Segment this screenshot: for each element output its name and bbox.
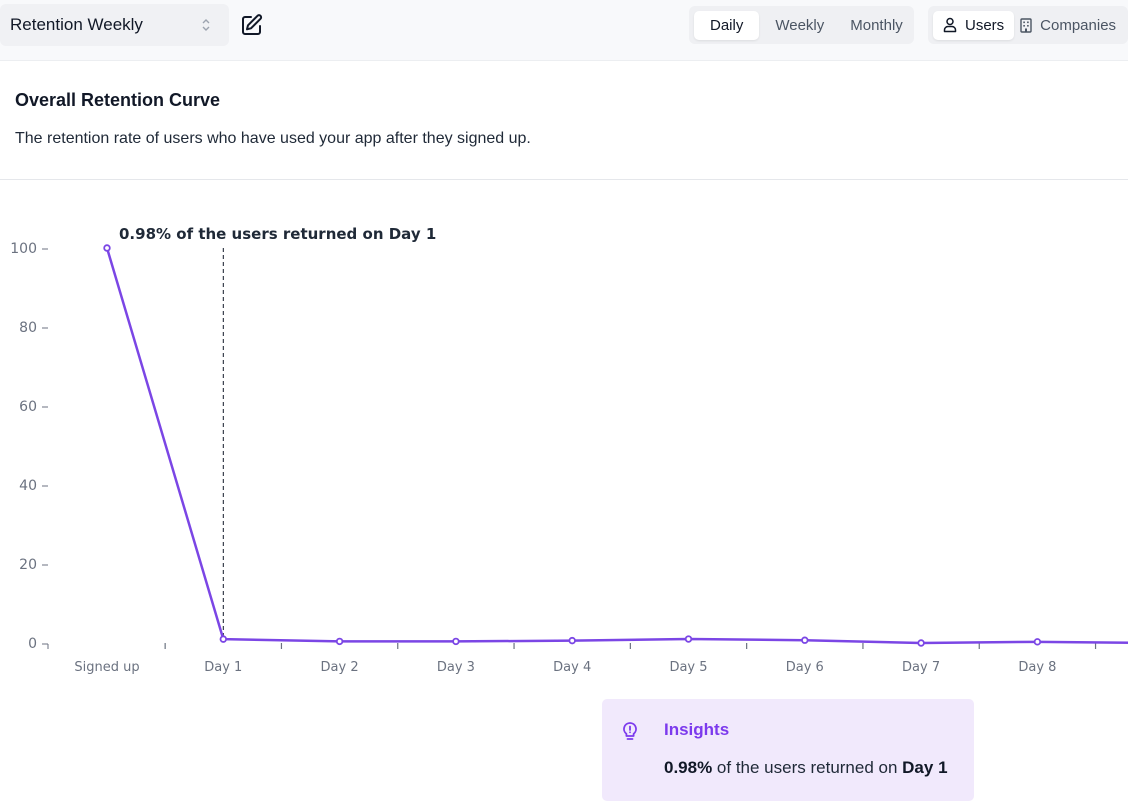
data-point-day-3: [452, 637, 460, 646]
data-point-day-4: [568, 636, 576, 645]
chevron-up-down-icon: [202, 19, 210, 31]
x-tick-label: Day 7: [902, 660, 940, 675]
period-toggle: Daily Weekly Monthly: [689, 6, 914, 44]
insights-day: Day 1: [902, 758, 948, 777]
x-tick-label: Day 4: [553, 660, 591, 675]
data-point-day-5: [684, 635, 693, 643]
y-tick-label: 60: [19, 399, 37, 415]
y-axis: 0 20 40 60 80 100: [10, 241, 49, 652]
data-point-signed-up: [103, 244, 111, 252]
section-title: Overall Retention Curve: [15, 90, 221, 110]
x-tick-label: Signed up: [74, 660, 139, 675]
user-icon: [943, 17, 957, 33]
entity-option-companies[interactable]: Companies: [1014, 11, 1126, 40]
insights-title: Insights: [664, 720, 730, 739]
lightbulb-icon: [623, 722, 637, 740]
series-line: [105, 247, 1128, 645]
insights-value: 0.98%: [664, 758, 713, 777]
data-point-day-1: [219, 635, 227, 643]
data-point-day-2: [335, 637, 344, 646]
x-tick-label: Day 3: [437, 660, 475, 675]
period-option-monthly[interactable]: Monthly: [834, 11, 913, 40]
data-point-day-7: [917, 639, 925, 647]
y-tick-label: 80: [19, 320, 37, 336]
period-option-label: Daily: [710, 16, 744, 34]
y-tick-label: 40: [19, 478, 37, 494]
x-tick-label: Day 2: [321, 660, 359, 675]
series-users: [103, 244, 1128, 647]
y-tick-label: 20: [19, 557, 37, 573]
period-option-label: Weekly: [775, 16, 825, 34]
entity-option-label: Users: [965, 16, 1005, 34]
section-description: The retention rate of users who have use…: [15, 130, 531, 147]
x-tick-label: Day 1: [204, 660, 242, 675]
x-axis: Signed up Day 1 Day 2 Day 3 Day 4 Day 5 Day 6 D…: [74, 643, 1097, 675]
report-select[interactable]: Retention Weekly: [0, 4, 229, 46]
data-point-day-6: [801, 636, 809, 644]
x-tick-label: Day 5: [669, 660, 707, 675]
entity-option-label: Companies: [1040, 16, 1117, 34]
period-option-label: Monthly: [850, 16, 903, 34]
insights-text-middle: of the users returned on: [712, 758, 903, 777]
y-tick-label: 0: [28, 636, 37, 652]
data-point-day-8: [1033, 638, 1042, 646]
top-toolbar: Retention Weekly Daily Weekly Monthly Us…: [0, 0, 1128, 61]
report-select-value: Retention Weekly: [10, 15, 143, 34]
edit-icon[interactable]: [240, 13, 264, 37]
x-tick-label: Day 8: [1018, 660, 1056, 675]
building-icon: [1020, 17, 1032, 33]
x-tick-label: Day 6: [786, 660, 824, 675]
period-option-daily[interactable]: Daily: [694, 10, 760, 40]
insights-text: 0.98% of the users returned on Day 1: [664, 758, 948, 778]
entity-toggle: Users Companies: [928, 6, 1128, 44]
entity-option-users[interactable]: Users: [933, 10, 1015, 40]
retention-chart: 0 20 40 60 80 100 Signed up Day 1 Day 2 Day 3 Day…: [10, 225, 1128, 675]
period-option-weekly[interactable]: Weekly: [759, 11, 834, 40]
insights-card: Insights 0.98% of the users returned on …: [602, 699, 974, 801]
y-tick-label: 100: [10, 241, 37, 257]
chart-annotation: 0.98% of the users returned on Day 1: [119, 225, 436, 640]
annotation-label: 0.98% of the users returned on Day 1: [119, 225, 436, 243]
